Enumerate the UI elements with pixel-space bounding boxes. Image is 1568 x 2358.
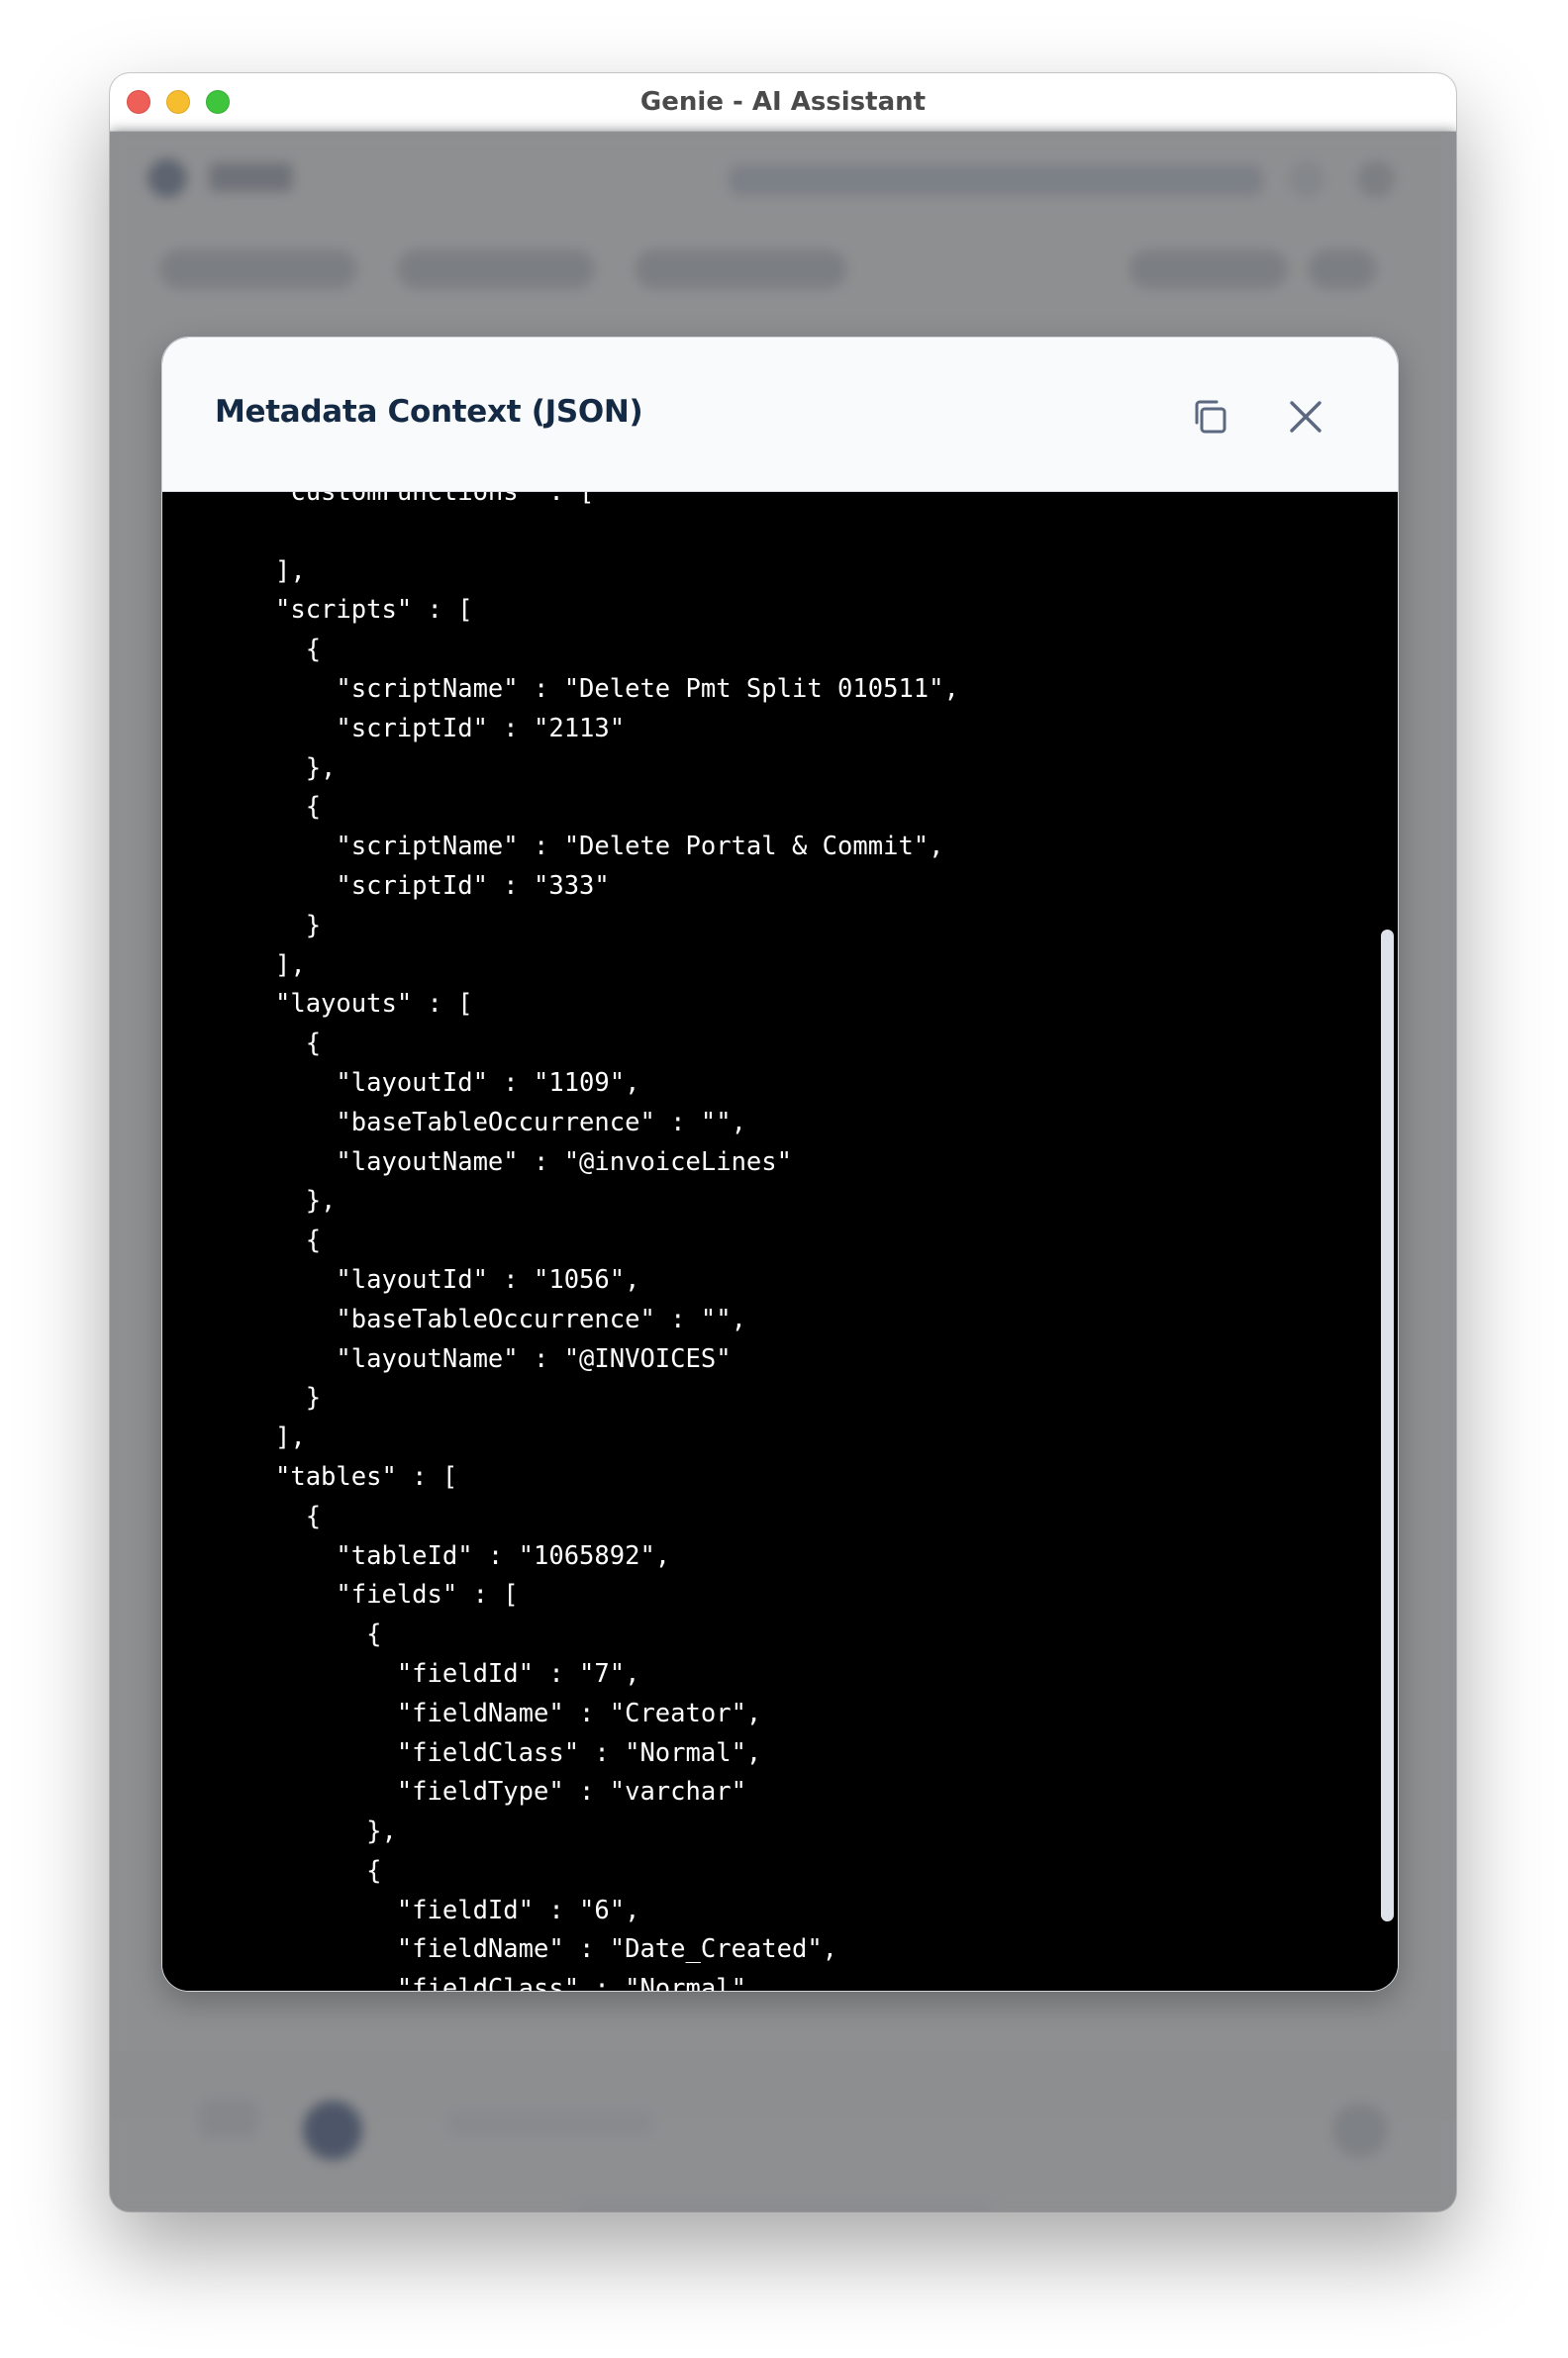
code-line: "tableId" : "1065892", (275, 1540, 671, 1571)
context-chip (1129, 249, 1288, 289)
app-logo-icon (147, 158, 187, 198)
footer-note-placeholder (575, 2200, 991, 2211)
scrollbar-thumb[interactable] (1381, 930, 1394, 1921)
code-line: ], (275, 555, 306, 586)
code-line: "fieldName" : "Date_Created", (275, 1934, 838, 1965)
close-icon (1290, 401, 1322, 433)
send-icon (1332, 2103, 1388, 2158)
context-chip (1308, 249, 1377, 289)
window-title: Genie - AI Assistant (639, 87, 927, 117)
model-selector-placeholder (729, 164, 1263, 196)
code-line: }, (275, 1186, 337, 1217)
code-line: "customFunctions" : [ (275, 492, 595, 507)
json-code-viewer[interactable]: "customFunctions" : [ ], "scripts" : [ {… (162, 492, 1398, 1992)
code-line: "fieldType" : "varchar" (275, 1777, 746, 1808)
code-line: }, (275, 752, 337, 783)
code-line: { (275, 1501, 322, 1531)
copy-icon (1195, 400, 1226, 434)
code-line: "baseTableOccurrence" : "", (275, 1304, 746, 1334)
app-name-placeholder (209, 162, 293, 192)
context-chip (159, 249, 357, 289)
json-code-block: "customFunctions" : [ ], "scripts" : [ {… (275, 492, 959, 1992)
mode-toggle-icon (303, 2101, 362, 2160)
code-line: "layoutName" : "@invoiceLines" (275, 1146, 792, 1177)
code-line: "fieldName" : "Creator", (275, 1698, 762, 1728)
copy-button[interactable] (1182, 389, 1237, 444)
code-line: { (275, 1226, 322, 1256)
code-line: "fieldId" : "6", (275, 1895, 640, 1925)
code-line: { (275, 1029, 322, 1059)
code-line: "layoutName" : "@INVOICES" (275, 1343, 732, 1374)
code-line: "fieldClass" : "Normal", (275, 1974, 762, 1992)
header-menu-icon (1357, 160, 1395, 198)
code-line: "scriptName" : "Delete Portal & Commit", (275, 832, 944, 862)
modal-header: Metadata Context (JSON) (162, 338, 1398, 492)
modal-title: Metadata Context (JSON) (215, 394, 643, 430)
code-line: "scriptId" : "333" (275, 870, 610, 901)
metadata-context-modal: Metadata Context (JSON) "customFunctions… (161, 337, 1399, 1992)
context-chip (635, 249, 847, 289)
header-action-icon (1288, 160, 1325, 198)
code-line: ], (275, 949, 306, 980)
code-line: } (275, 910, 322, 940)
code-line: "fieldId" : "7", (275, 1658, 640, 1689)
code-line: "layoutId" : "1056", (275, 1264, 640, 1295)
window-titlebar: Genie - AI Assistant (110, 73, 1456, 132)
context-chip (397, 249, 595, 289)
code-line: } (275, 1383, 322, 1414)
code-line: "fields" : [ (275, 1580, 519, 1611)
code-line: }, (275, 1817, 397, 1847)
code-line: { (275, 635, 322, 665)
code-line: "scriptId" : "2113" (275, 713, 626, 743)
code-line: "layouts" : [ (275, 989, 473, 1020)
code-line: "tables" : [ (275, 1461, 458, 1492)
code-line: "scripts" : [ (275, 595, 473, 626)
code-line: "layoutId" : "1109", (275, 1067, 640, 1098)
code-line: "baseTableOccurrence" : "", (275, 1107, 746, 1137)
code-line: ], (275, 1423, 306, 1453)
code-line: { (275, 792, 322, 823)
code-line: { (275, 1855, 382, 1886)
prompt-placeholder (446, 2111, 654, 2136)
code-line: { (275, 1620, 382, 1650)
code-line: "fieldClass" : "Normal", (275, 1737, 762, 1768)
code-line: "scriptName" : "Delete Pmt Split 010511"… (275, 673, 959, 704)
close-button[interactable] (1278, 389, 1333, 444)
attach-icon (199, 2099, 258, 2138)
